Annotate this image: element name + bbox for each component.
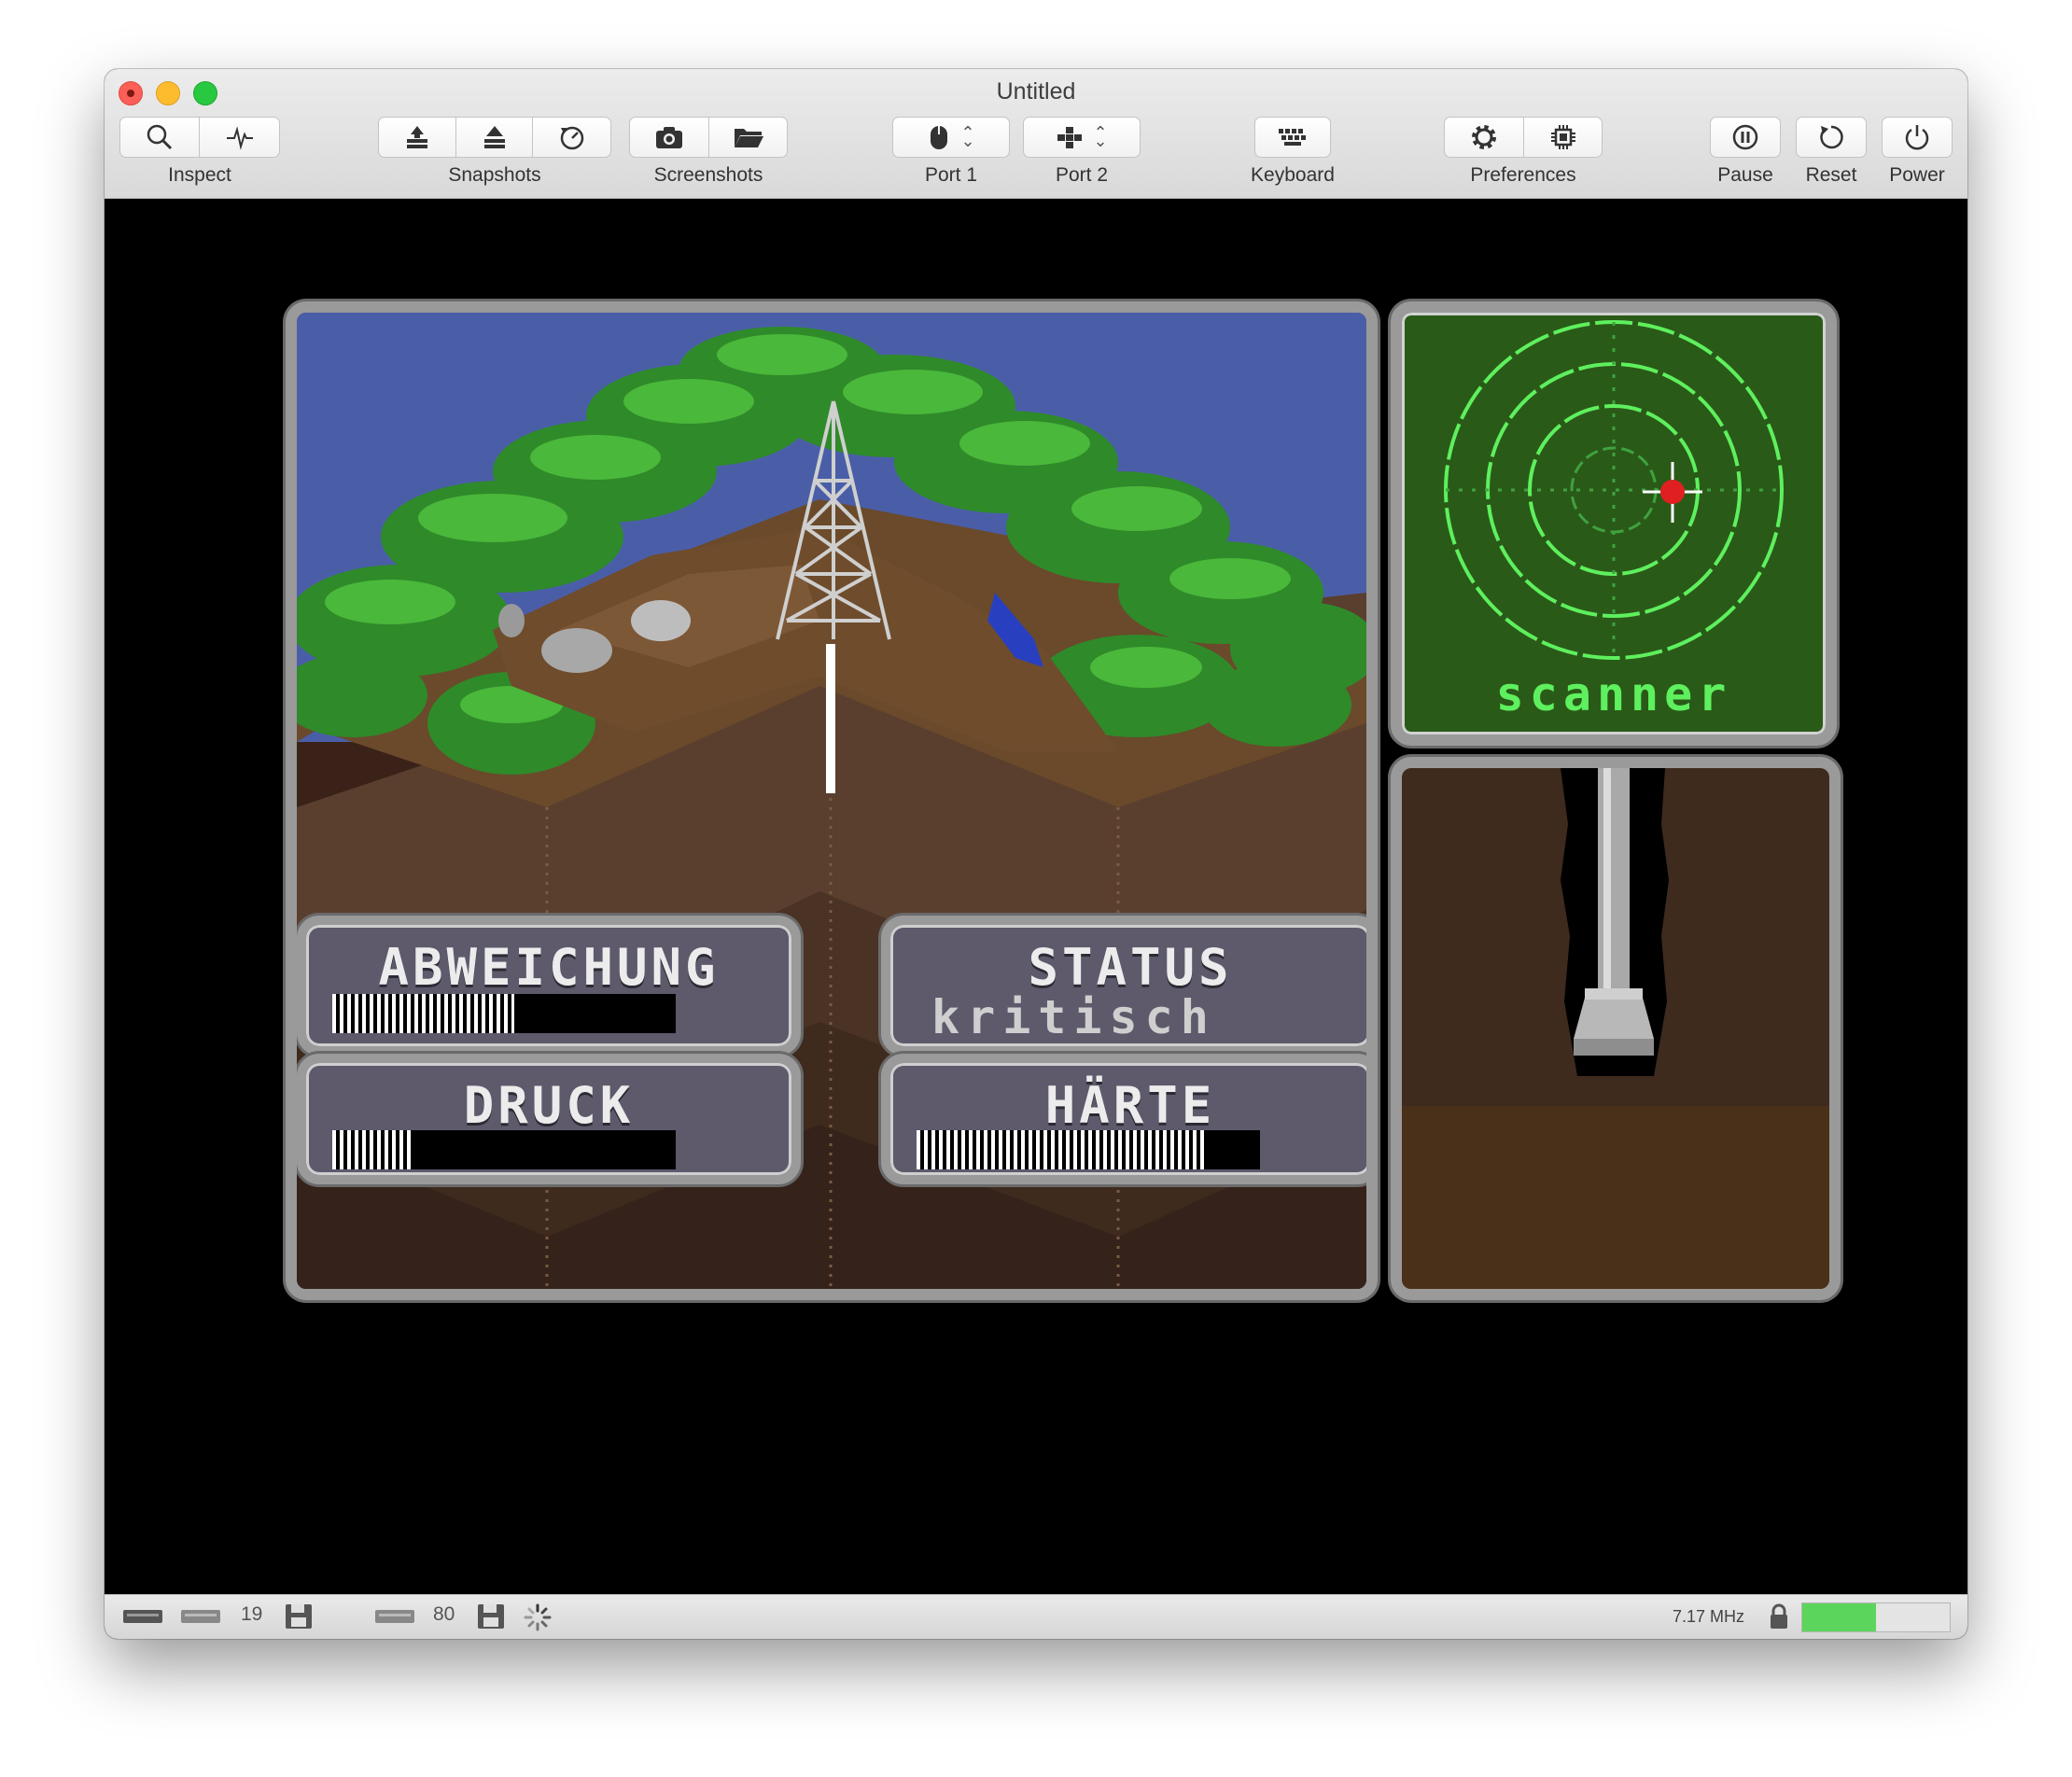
reset-icon	[1820, 125, 1843, 149]
monitor-button[interactable]	[200, 117, 280, 158]
haerte-title: HÄRTE	[1044, 1076, 1216, 1135]
keyboard-icon	[1279, 129, 1306, 146]
inspect-group	[119, 117, 280, 158]
snapshot-history-button[interactable]	[533, 117, 611, 158]
floppy-disk-icon	[286, 1604, 312, 1629]
preferences-button[interactable]	[1444, 117, 1524, 158]
disk-drive-icon	[123, 1610, 162, 1623]
drive-2-disk[interactable]	[476, 1602, 506, 1630]
reset-button[interactable]	[1796, 117, 1867, 158]
drive-2-track: 80	[433, 1603, 455, 1625]
statusbar: 19 80 7.17 MHz	[105, 1594, 1967, 1639]
folder-icon	[734, 129, 763, 147]
abweichung-title: ABWEICHUNG	[378, 938, 720, 997]
snapshots-group	[378, 117, 611, 158]
port2-select[interactable]: ⌃ ⌄	[1023, 117, 1141, 158]
disk-drive-icon	[375, 1610, 414, 1623]
chevron-updown-icon: ⌃ ⌄	[960, 123, 975, 150]
gear-icon	[1472, 125, 1496, 149]
drill-bit-scene	[1402, 768, 1829, 1289]
emulator-screen[interactable]: ABWEICHUNG STATUS kritisch DRUCK HÄRTE s…	[105, 199, 1967, 1595]
pause-label: Pause	[1717, 164, 1773, 186]
haerte-bar-fill	[917, 1130, 1206, 1169]
preferences-group	[1444, 117, 1603, 158]
snapshot-restore-icon	[483, 126, 505, 148]
drive-1-disk[interactable]	[284, 1602, 314, 1630]
drill-bit-view	[1391, 757, 1841, 1300]
snapshot-save-button[interactable]	[378, 117, 456, 158]
port2-label: Port 2	[1055, 164, 1109, 186]
port1-label: Port 1	[924, 164, 978, 186]
keyboard-label: Keyboard	[1251, 164, 1335, 186]
camera-icon	[656, 127, 682, 148]
port1-select[interactable]: ⌃ ⌄	[892, 117, 1010, 158]
titlebar: Untitled Inspect Snapshots Screenshots ⌃…	[105, 69, 1967, 199]
power-label: Power	[1889, 164, 1945, 186]
snapshot-history-icon	[560, 126, 583, 150]
keyboard-group	[1254, 117, 1331, 158]
inspect-label: Inspect	[168, 164, 231, 186]
snapshot-save-icon	[407, 126, 427, 148]
scanner-radar	[1444, 320, 1784, 660]
port2-group: ⌃ ⌄	[1023, 117, 1141, 158]
emulator-window: Untitled Inspect Snapshots Screenshots ⌃…	[105, 69, 1967, 1639]
chip-icon	[1550, 125, 1575, 149]
drive-2-status[interactable]	[373, 1604, 416, 1627]
abweichung-bar-fill	[332, 994, 515, 1033]
druck-panel: DRUCK	[297, 1054, 801, 1184]
screenshots-label: Screenshots	[653, 164, 763, 186]
abweichung-panel: ABWEICHUNG	[297, 916, 801, 1056]
keyboard-button[interactable]	[1254, 117, 1331, 158]
scanner-panel: scanner	[1391, 301, 1837, 746]
power-group	[1882, 117, 1953, 158]
screenshots-group	[629, 117, 788, 158]
pause-button[interactable]	[1710, 117, 1781, 158]
druck-bar	[332, 1130, 676, 1169]
pulse-icon	[226, 126, 253, 150]
port1-group: ⌃ ⌄	[892, 117, 1010, 158]
scanner-label: scanner	[1495, 667, 1732, 721]
clock-speed: 7.17 MHz	[1673, 1607, 1745, 1626]
inspect-button[interactable]	[119, 117, 200, 158]
drive-1-status[interactable]	[179, 1604, 222, 1627]
speed-lock[interactable]	[1768, 1602, 1790, 1630]
floppy-disk-icon	[478, 1604, 504, 1629]
magnifier-icon	[147, 124, 173, 150]
abweichung-bar	[332, 994, 676, 1033]
activity-spinner	[523, 1602, 553, 1632]
spinner-icon	[524, 1603, 552, 1631]
chevron-updown-icon: ⌃ ⌄	[1093, 123, 1108, 150]
status-panel: STATUS kritisch	[881, 916, 1366, 1056]
speed-meter	[1801, 1602, 1951, 1632]
speed-meter-fill	[1802, 1603, 1876, 1631]
take-screenshot-button[interactable]	[629, 117, 709, 158]
snapshot-restore-button[interactable]	[456, 117, 533, 158]
haerte-bar	[917, 1130, 1260, 1169]
drive-0-status[interactable]	[121, 1604, 164, 1627]
lock-icon	[1771, 1603, 1787, 1629]
open-screenshots-button[interactable]	[709, 117, 788, 158]
power-button[interactable]	[1882, 117, 1953, 158]
hardware-settings-button[interactable]	[1524, 117, 1603, 158]
disk-drive-icon	[181, 1610, 220, 1623]
mouse-icon	[931, 126, 948, 149]
reset-label: Reset	[1805, 164, 1857, 186]
status-value: kritisch	[931, 990, 1216, 1044]
reset-group	[1796, 117, 1867, 158]
druck-bar-fill	[332, 1130, 412, 1169]
power-icon	[1905, 125, 1929, 150]
drive-1-track: 19	[241, 1603, 263, 1625]
pause-icon	[1732, 124, 1758, 150]
snapshots-label: Snapshots	[448, 164, 541, 186]
joystick-icon	[1057, 127, 1083, 148]
preferences-label: Preferences	[1470, 164, 1576, 186]
terrain-view: ABWEICHUNG STATUS kritisch DRUCK HÄRTE	[286, 301, 1378, 1300]
haerte-panel: HÄRTE	[881, 1054, 1366, 1184]
pause-group	[1710, 117, 1781, 158]
status-title: STATUS	[1028, 938, 1233, 997]
window-title: Untitled	[996, 78, 1076, 105]
druck-title: DRUCK	[463, 1076, 635, 1135]
